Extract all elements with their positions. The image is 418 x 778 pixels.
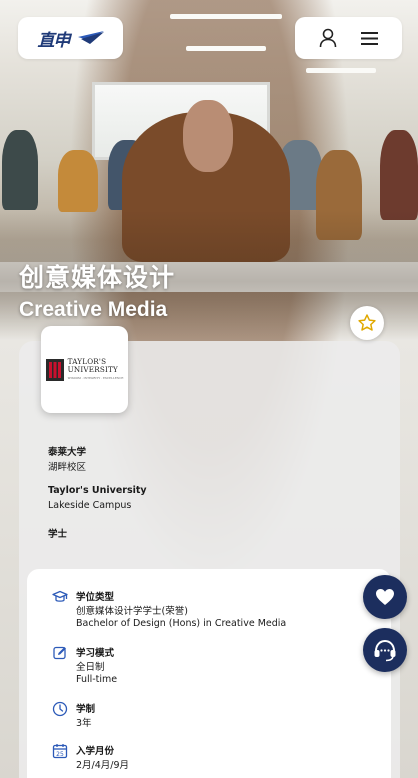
university-crest-icon bbox=[45, 358, 64, 381]
university-logo: TAYLOR'S UNIVERSITY WISDOM · INTEGRITY ·… bbox=[41, 326, 128, 413]
detail-value: 创意媒体设计学学士(荣誉) bbox=[76, 606, 188, 617]
header-actions bbox=[295, 17, 402, 59]
detail-value: Bachelor of Design (Hons) in Creative Me… bbox=[76, 618, 287, 629]
foreground-person-head bbox=[183, 100, 233, 172]
detail-label: 学习模式 bbox=[76, 648, 115, 659]
detail-value: Full-time bbox=[76, 674, 118, 685]
background-person bbox=[2, 130, 38, 210]
detail-label: 学制 bbox=[76, 704, 96, 715]
ceiling-light bbox=[170, 14, 282, 19]
ceiling-light bbox=[186, 46, 266, 51]
program-title-zh: 创意媒体设计 bbox=[19, 263, 176, 292]
user-button[interactable] bbox=[315, 25, 341, 51]
university-name-zh: 泰莱大学 bbox=[48, 447, 87, 458]
star-icon bbox=[358, 314, 376, 331]
detail-value: 2月/4月/9月 bbox=[76, 760, 130, 771]
university-logo-tagline: WISDOM · INTEGRITY · EXCELLENCE bbox=[67, 375, 124, 380]
brand-logo[interactable]: 直申 bbox=[18, 17, 123, 59]
ceiling-light bbox=[306, 68, 376, 73]
campus-name-en: Lakeside Campus bbox=[48, 500, 132, 511]
customer-support-button[interactable] bbox=[363, 628, 407, 672]
background-person bbox=[380, 130, 418, 220]
background-person bbox=[58, 150, 98, 212]
heart-icon bbox=[376, 589, 394, 605]
paper-plane-logo-icon bbox=[77, 31, 104, 44]
brand-logo-text: 直申 bbox=[37, 30, 71, 51]
calendar-icon: 25 bbox=[52, 744, 68, 759]
detail-label: 学位类型 bbox=[76, 592, 115, 603]
clock-icon bbox=[52, 701, 68, 717]
user-icon bbox=[319, 28, 337, 48]
program-title-en: Creative Media bbox=[19, 298, 168, 321]
detail-label: 入学月份 bbox=[76, 746, 115, 757]
university-logo-line2: UNIVERSITY bbox=[67, 364, 118, 374]
menu-icon bbox=[360, 31, 378, 45]
svg-text:25: 25 bbox=[56, 751, 64, 758]
university-name-en: Taylor's University bbox=[48, 485, 147, 496]
favorite-star-button[interactable] bbox=[350, 306, 384, 340]
graduation-cap-icon bbox=[52, 590, 68, 602]
degree-level: 学士 bbox=[48, 529, 68, 540]
headset-icon bbox=[374, 639, 396, 662]
menu-button[interactable] bbox=[356, 25, 382, 51]
edit-icon bbox=[53, 646, 66, 660]
detail-value: 3年 bbox=[76, 718, 92, 729]
detail-value: 全日制 bbox=[76, 662, 105, 673]
campus-name-zh: 湖畔校区 bbox=[48, 462, 87, 473]
favorite-fab-button[interactable] bbox=[363, 575, 407, 619]
